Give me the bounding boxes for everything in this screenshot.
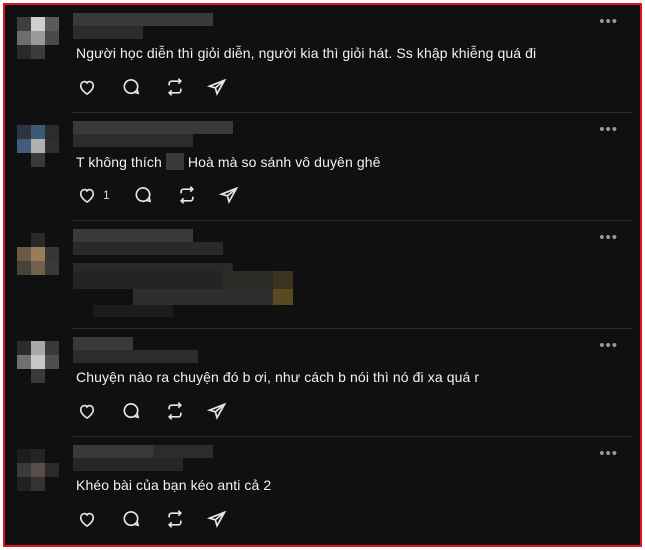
username-blurred[interactable] — [73, 229, 313, 255]
share-icon[interactable] — [207, 77, 227, 97]
avatar[interactable] — [17, 17, 61, 61]
heart-icon[interactable] — [77, 185, 97, 205]
avatar[interactable] — [17, 341, 61, 385]
comment-text: Chuyện nào ra chuyện đó b ơi, như cách b… — [76, 369, 480, 385]
comment-post: ••• Chuyện nào ra chuyện đó b ơi, như cá… — [5, 329, 640, 437]
share-icon[interactable] — [219, 185, 239, 205]
username-blurred[interactable] — [73, 445, 313, 471]
more-icon[interactable]: ••• — [599, 337, 618, 354]
comment-icon[interactable] — [133, 185, 153, 205]
more-icon[interactable]: ••• — [599, 229, 618, 246]
blurred-comment — [73, 263, 293, 317]
username-blurred[interactable] — [73, 13, 313, 39]
comment-text-part: Hoà mà so sánh vô duyên ghê — [187, 154, 381, 170]
comment-text: T không thích Hoà mà so sánh vô duyên ghê — [76, 153, 380, 170]
repost-icon[interactable] — [177, 185, 197, 205]
more-icon[interactable]: ••• — [599, 445, 618, 462]
avatar[interactable] — [17, 233, 61, 277]
heart-icon[interactable] — [77, 77, 97, 97]
comment-icon[interactable] — [121, 77, 141, 97]
comment-icon[interactable] — [121, 401, 141, 421]
comment-post: ••• Người học diễn thì giỏi diễn, người … — [5, 5, 640, 113]
heart-icon[interactable] — [77, 401, 97, 421]
username-blurred[interactable] — [73, 337, 313, 363]
more-icon[interactable]: ••• — [599, 13, 618, 30]
heart-icon[interactable] — [77, 509, 97, 529]
avatar[interactable] — [17, 125, 61, 169]
avatar[interactable] — [17, 449, 61, 493]
like-count: 1 — [103, 188, 110, 202]
username-blurred[interactable] — [73, 121, 313, 147]
comment-post: ••• Khéo bài của bạn kéo anti cả 2 — [5, 437, 640, 545]
screenshot-frame: ••• Người học diễn thì giỏi diễn, người … — [3, 3, 642, 547]
censored-name — [165, 153, 184, 170]
repost-icon[interactable] — [165, 77, 185, 97]
comment-text: Khéo bài của bạn kéo anti cả 2 — [76, 477, 272, 493]
comment-post: ••• T không thích Hoà mà so sánh vô duyên… — [5, 113, 640, 221]
comment-text: Người học diễn thì giỏi diễn, người kia … — [76, 45, 537, 61]
comment-text-part: T không thích — [76, 154, 162, 170]
share-icon[interactable] — [207, 401, 227, 421]
comment-icon[interactable] — [121, 509, 141, 529]
repost-icon[interactable] — [165, 401, 185, 421]
comment-post: ••• — [5, 221, 640, 329]
more-icon[interactable]: ••• — [599, 121, 618, 138]
share-icon[interactable] — [207, 509, 227, 529]
repost-icon[interactable] — [165, 509, 185, 529]
